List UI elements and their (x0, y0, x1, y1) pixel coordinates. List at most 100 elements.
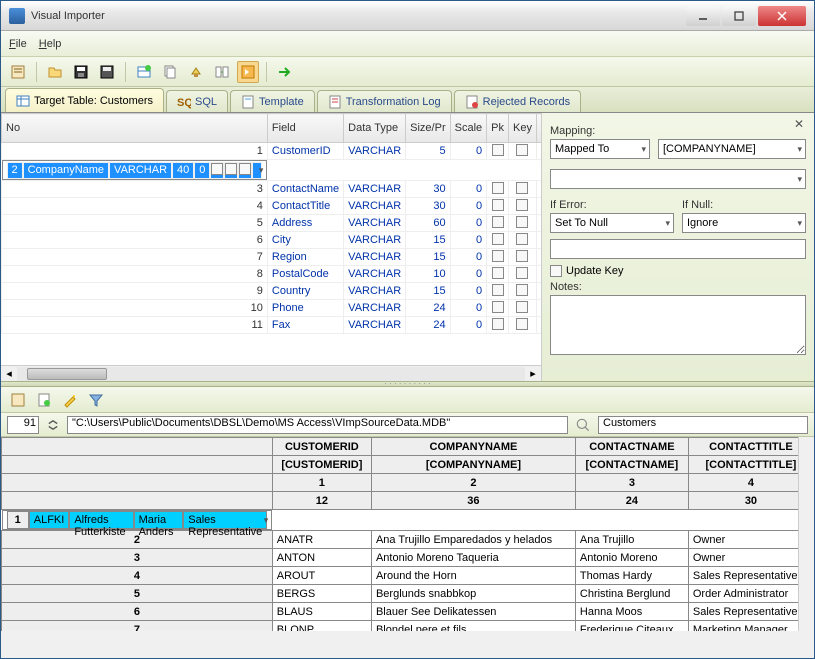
field-row[interactable]: 9CountryVARCHAR150 (2, 283, 543, 300)
col-datatype[interactable]: Data Type (344, 114, 406, 143)
row-count: 91 (7, 416, 39, 434)
data-preview-grid[interactable]: CUSTOMERIDCOMPANYNAMECONTACTNAMECONTACTT… (1, 437, 814, 631)
mapping-type-select[interactable]: Mapped To (550, 139, 650, 159)
col-scale[interactable]: Scale (450, 114, 487, 143)
col-key[interactable]: Key (509, 114, 537, 143)
data-col-header[interactable]: 1 (272, 474, 371, 492)
expression-select[interactable] (550, 169, 806, 189)
wizard-icon[interactable] (59, 389, 81, 411)
preview-icon[interactable] (237, 61, 259, 83)
data-row[interactable]: 1ALFKIAlfreds FutterkisteMaria AndersSal… (2, 510, 273, 530)
data-col-header[interactable]: 36 (371, 492, 575, 510)
notes-textarea[interactable] (550, 295, 806, 355)
update-key-checkbox[interactable] (550, 265, 562, 277)
source-path[interactable]: "C:\Users\Public\Documents\DBSL\Demo\MS … (67, 416, 568, 434)
window-title: Visual Importer (31, 10, 684, 22)
field-row[interactable]: 5AddressVARCHAR600 (2, 215, 543, 232)
iferror-select[interactable]: Set To Null (550, 213, 674, 233)
field-row[interactable]: 3ContactNameVARCHAR300 (2, 181, 543, 198)
save-icon[interactable] (70, 61, 92, 83)
sql-icon: SQL (177, 95, 191, 109)
data-col-header[interactable]: [CONTACTTITLE] (688, 456, 813, 474)
data-row[interactable]: 4AROUTAround the HornThomas HardySales R… (2, 567, 814, 585)
field-row[interactable]: 11FaxVARCHAR240 (2, 317, 543, 334)
source-table[interactable]: Customers (598, 416, 808, 434)
data-col-header[interactable]: CUSTOMERID (272, 438, 371, 456)
field-row[interactable]: 6CityVARCHAR150 (2, 232, 543, 249)
tab-label: Rejected Records (483, 96, 570, 108)
data-col-header[interactable]: CONTACTTITLE (688, 438, 813, 456)
open-icon[interactable] (44, 61, 66, 83)
source-path-row: 91 "C:\Users\Public\Documents\DBSL\Demo\… (1, 413, 814, 437)
data-col-header[interactable]: 2 (371, 474, 575, 492)
svg-text:SQL: SQL (177, 97, 191, 109)
data-col-header[interactable]: 3 (575, 474, 688, 492)
field-row[interactable]: 4ContactTitleVARCHAR300 (2, 198, 543, 215)
data-col-header[interactable]: [COMPANYNAME] (371, 456, 575, 474)
field-grid[interactable]: No Field Data Type Size/Pr Scale Pk Key … (1, 113, 542, 381)
menu-file[interactable]: File (9, 38, 27, 50)
data-row[interactable]: 3ANTONAntonio Moreno TaqueriaAntonio Mor… (2, 549, 814, 567)
spinner-icon[interactable] (45, 417, 61, 433)
titlebar[interactable]: Visual Importer (1, 1, 814, 31)
col-size[interactable]: Size/Pr (406, 114, 450, 143)
data-col-header[interactable]: [CUSTOMERID] (272, 456, 371, 474)
mapping-icon[interactable] (211, 61, 233, 83)
tab-sql[interactable]: SQL SQL (166, 90, 228, 112)
data-col-header[interactable]: 12 (272, 492, 371, 510)
filter-icon[interactable] (85, 389, 107, 411)
tab-template[interactable]: Template (230, 90, 315, 112)
maximize-button[interactable] (722, 6, 756, 26)
mapping-target-select[interactable]: [COMPANYNAME] (658, 139, 806, 159)
vertical-scrollbar[interactable] (798, 437, 814, 631)
ifnull-label: If Null: (682, 199, 806, 211)
app-icon (9, 8, 25, 24)
field-row[interactable]: 8PostalCodeVARCHAR100 (2, 266, 543, 283)
tab-transformation-log[interactable]: Transformation Log (317, 90, 452, 112)
main-toolbar (1, 57, 814, 87)
field-row[interactable]: 2CompanyNameVARCHAR400 (2, 160, 268, 180)
iferror-label: If Error: (550, 199, 674, 211)
tab-label: Target Table: Customers (34, 95, 153, 107)
properties-icon[interactable] (7, 61, 29, 83)
field-row[interactable]: 10PhoneVARCHAR240 (2, 300, 543, 317)
horizontal-scrollbar[interactable]: ◂ ▸ (1, 365, 541, 381)
add-row-icon[interactable] (33, 389, 55, 411)
close-button[interactable] (758, 6, 806, 26)
ifnull-select[interactable]: Ignore (682, 213, 806, 233)
field-row[interactable]: 1CustomerIDVARCHAR50 (2, 143, 543, 160)
browse-icon[interactable] (574, 416, 592, 434)
data-col-header[interactable]: CONTACTNAME (575, 438, 688, 456)
template-icon (241, 95, 255, 109)
close-panel-icon[interactable]: ✕ (794, 117, 808, 131)
tab-rejected[interactable]: Rejected Records (454, 90, 581, 112)
new-table-icon[interactable] (133, 61, 155, 83)
col-pk[interactable]: Pk (487, 114, 509, 143)
tab-strip: Target Table: Customers SQL SQL Template… (1, 87, 814, 113)
run-button[interactable] (274, 61, 296, 83)
data-row[interactable]: 7BLONPBlondel pere et filsFrederique Cit… (2, 621, 814, 632)
data-col-header[interactable]: 4 (688, 474, 813, 492)
clear-icon[interactable] (185, 61, 207, 83)
menu-help[interactable]: Help (39, 38, 62, 50)
copy-icon[interactable] (159, 61, 181, 83)
data-row[interactable]: 6BLAUSBlauer See DelikatessenHanna MoosS… (2, 603, 814, 621)
log-icon (328, 95, 342, 109)
col-no[interactable]: No (2, 114, 268, 143)
saveas-icon[interactable] (96, 61, 118, 83)
data-col-header[interactable]: 30 (688, 492, 813, 510)
tab-target-table[interactable]: Target Table: Customers (5, 88, 164, 112)
update-key-label: Update Key (566, 265, 623, 277)
refresh-icon[interactable] (7, 389, 29, 411)
app-window: Visual Importer File Help Target Table: … (0, 0, 815, 659)
default-value-input[interactable] (550, 239, 806, 259)
field-row[interactable]: 7RegionVARCHAR150 (2, 249, 543, 266)
minimize-button[interactable] (686, 6, 720, 26)
data-col-header[interactable]: [CONTACTNAME] (575, 456, 688, 474)
data-col-header[interactable]: COMPANYNAME (371, 438, 575, 456)
rejected-icon (465, 95, 479, 109)
col-field[interactable]: Field (267, 114, 343, 143)
data-col-header[interactable]: 24 (575, 492, 688, 510)
data-row[interactable]: 5BERGSBerglunds snabbkopChristina Berglu… (2, 585, 814, 603)
tab-label: SQL (195, 96, 217, 108)
